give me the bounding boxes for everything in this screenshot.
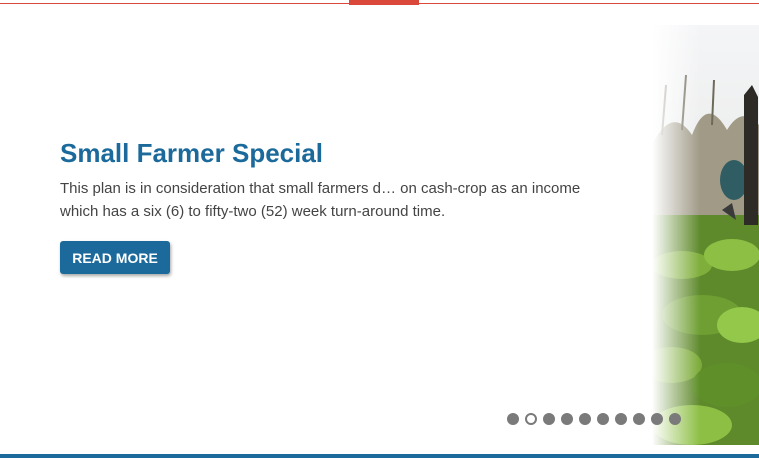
slider-dot-6[interactable] (597, 413, 609, 425)
slider-dot-10[interactable] (669, 413, 681, 425)
slide-image-farmer-field (652, 25, 759, 445)
hero-slider: Small Farmer Special This plan is in con… (0, 5, 759, 454)
slider-dot-9[interactable] (651, 413, 663, 425)
slider-dot-1[interactable] (507, 413, 519, 425)
slider-dot-2[interactable] (525, 413, 537, 425)
slider-dot-8[interactable] (633, 413, 645, 425)
read-more-button[interactable]: READ MORE (60, 241, 170, 274)
slider-pagination (507, 413, 681, 427)
slide-content: Small Farmer Special This plan is in con… (60, 137, 600, 223)
slide-description: This plan is in consideration that small… (60, 180, 581, 220)
slider-dot-4[interactable] (561, 413, 573, 425)
slider-dot-7[interactable] (615, 413, 627, 425)
bottom-border (0, 454, 759, 458)
slide-title: Small Farmer Special (60, 138, 324, 168)
slider-dot-3[interactable] (543, 413, 555, 425)
slider-dot-5[interactable] (579, 413, 591, 425)
